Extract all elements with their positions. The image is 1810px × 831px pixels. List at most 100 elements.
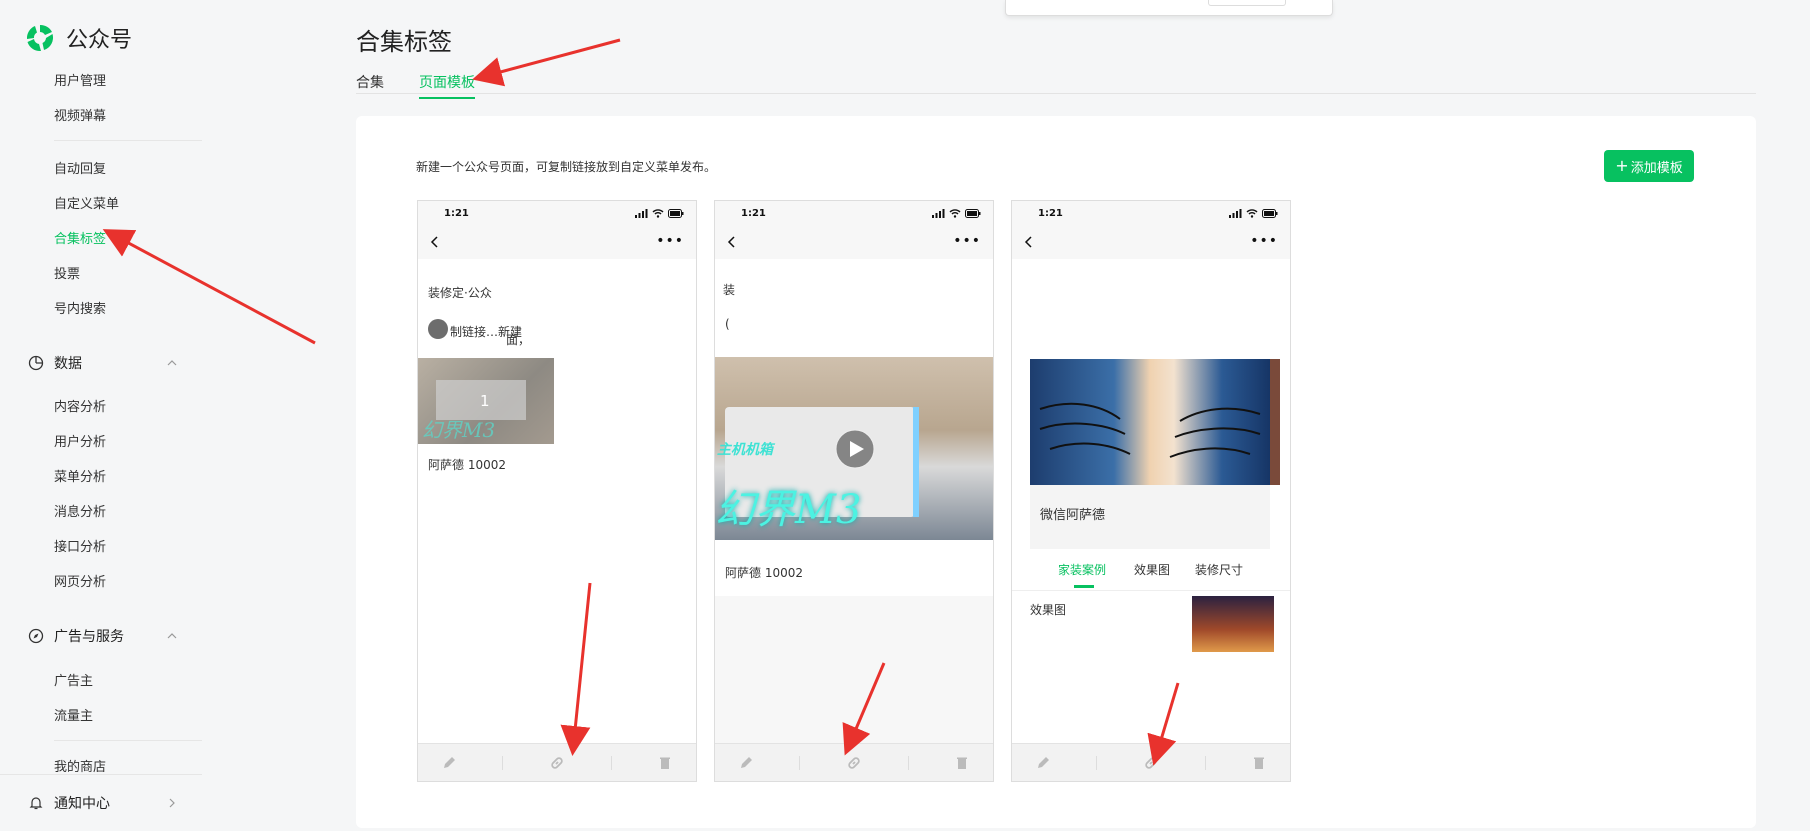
compass-icon	[28, 628, 44, 644]
edit-icon[interactable]	[441, 755, 457, 771]
status-time: 1:21	[741, 207, 766, 219]
tab-page-template[interactable]: 页面模板	[419, 72, 475, 99]
nav-item-content-analysis[interactable]: 内容分析	[54, 396, 106, 415]
banner-image	[1030, 359, 1270, 485]
play-icon[interactable]	[835, 429, 875, 469]
template-tab-home-cases[interactable]: 家装案例	[1058, 561, 1106, 578]
list-item-thumbnail[interactable]	[1192, 596, 1274, 652]
status-icons	[635, 208, 684, 218]
arrow-to-page-template-tab	[472, 38, 621, 87]
collection-thumbnail[interactable]: 1 幻界M3	[418, 358, 554, 444]
more-icon[interactable]: •••	[1250, 234, 1278, 248]
delete-icon[interactable]	[954, 755, 970, 771]
phone-nav-bar: •••	[1012, 225, 1290, 259]
wifi-icon	[949, 208, 961, 218]
template-tab-indicator	[1074, 585, 1094, 588]
battery-icon	[965, 208, 981, 218]
template-side-text: (	[725, 317, 730, 331]
nav-item-publisher[interactable]: 流量主	[54, 705, 93, 724]
video-light-strip	[913, 407, 919, 517]
action-separator	[1096, 755, 1098, 770]
list-item-label: 效果图	[1030, 603, 1067, 617]
template-header-text: 装修定·公众	[428, 286, 492, 300]
clock-chart-icon	[28, 355, 44, 371]
nav-item-web-analysis[interactable]: 网页分析	[54, 571, 106, 590]
nav-item-user-management[interactable]: 用户管理	[54, 70, 106, 89]
back-arrow-icon[interactable]	[1022, 235, 1036, 249]
chevron-up-icon	[167, 360, 177, 366]
popup-button-fragment[interactable]	[1208, 0, 1286, 6]
template-card-2[interactable]: 1:21 ••• 装 ( 主机机箱 幻界M3 阿萨德 10002	[714, 200, 994, 782]
banner-hands-art	[1039, 402, 1261, 458]
bell-icon	[29, 797, 43, 810]
nav-divider	[54, 740, 202, 741]
template-tab-renderings[interactable]: 效果图	[1134, 561, 1170, 578]
back-arrow-icon[interactable]	[725, 235, 739, 249]
template-actions	[418, 743, 696, 781]
phone-status-bar: 1:21	[715, 201, 993, 225]
nav-item-message-analysis[interactable]: 消息分析	[54, 501, 106, 520]
collection-caption: 阿萨德 10002	[428, 458, 506, 472]
template-card-3[interactable]: 1:21 ••• 微信阿萨德 家装案例 效果图 装修尺寸 效果图	[1011, 200, 1291, 782]
template-actions	[715, 743, 993, 781]
nav-item-user-analysis[interactable]: 用户分析	[54, 431, 106, 450]
video-thumbnail[interactable]: 主机机箱 幻界M3	[715, 357, 993, 540]
status-icons	[932, 208, 981, 218]
template-subtext-tail: 面，	[506, 333, 531, 347]
plus-icon: +	[1615, 156, 1629, 175]
link-icon[interactable]	[1143, 755, 1159, 771]
template-tab-sizes[interactable]: 装修尺寸	[1195, 561, 1243, 578]
nav-item-video-danmaku[interactable]: 视频弹幕	[54, 105, 106, 124]
phone-nav-bar: •••	[418, 225, 696, 259]
status-icons	[1229, 208, 1278, 218]
tab-divider	[356, 93, 1756, 94]
page-title: 合集标签	[356, 28, 452, 56]
video-caption: 阿萨德 10002	[725, 566, 803, 580]
battery-icon	[1262, 208, 1278, 218]
nav-item-custom-menu[interactable]: 自定义菜单	[54, 193, 119, 212]
template-actions	[1012, 743, 1290, 781]
phone-nav-bar: •••	[715, 225, 993, 259]
banner-title: 微信阿萨德	[1040, 508, 1106, 523]
banner-card[interactable]: 微信阿萨德	[1030, 359, 1280, 549]
nav-divider	[54, 140, 202, 141]
nav-notify-center[interactable]: 通知中心	[28, 793, 178, 813]
nav-item-auto-reply[interactable]: 自动回复	[54, 158, 106, 177]
nav-item-collection-tags[interactable]: 合集标签	[54, 228, 106, 247]
link-icon[interactable]	[846, 755, 862, 771]
action-separator	[907, 755, 909, 770]
app-logo[interactable]: 公众号	[24, 22, 132, 54]
nav-group-data[interactable]: 数据	[28, 353, 178, 373]
video-overlay-title: 幻界M3	[715, 487, 862, 533]
template-card-1[interactable]: 1:21 ••• 装修定·公众 制链接…新建 面， 1 幻界M3 阿萨德 100…	[417, 200, 697, 782]
more-icon[interactable]: •••	[656, 234, 684, 248]
nav-item-advertiser[interactable]: 广告主	[54, 670, 93, 689]
nav-item-in-account-search[interactable]: 号内搜索	[54, 298, 106, 317]
link-icon[interactable]	[549, 755, 565, 771]
add-template-button[interactable]: + 添加模板	[1604, 150, 1694, 182]
delete-icon[interactable]	[1251, 755, 1267, 771]
nav-item-menu-analysis[interactable]: 菜单分析	[54, 466, 106, 485]
signal-icon	[1229, 208, 1242, 218]
edit-icon[interactable]	[738, 755, 754, 771]
back-arrow-icon[interactable]	[428, 235, 442, 249]
edit-icon[interactable]	[1035, 755, 1051, 771]
nav-item-vote[interactable]: 投票	[54, 263, 80, 282]
template-side-text: 装	[723, 283, 736, 297]
delete-icon[interactable]	[657, 755, 673, 771]
avatar	[428, 319, 448, 339]
app-name: 公众号	[66, 28, 133, 53]
nav-group-ads[interactable]: 广告与服务	[28, 626, 178, 646]
nav-group-ads-label: 广告与服务	[54, 629, 124, 645]
more-icon[interactable]: •••	[953, 234, 981, 248]
status-time: 1:21	[1038, 207, 1063, 219]
nav-item-my-shop[interactable]: 我的商店	[54, 756, 106, 775]
action-separator	[1204, 755, 1206, 770]
video-overlay-subtitle: 主机机箱	[717, 442, 773, 458]
action-separator	[610, 755, 612, 770]
nav-item-api-analysis[interactable]: 接口分析	[54, 536, 106, 555]
action-separator	[799, 755, 801, 770]
nav-notify-label: 通知中心	[54, 796, 110, 812]
chevron-right-icon	[169, 798, 175, 808]
nav-divider	[0, 774, 202, 775]
